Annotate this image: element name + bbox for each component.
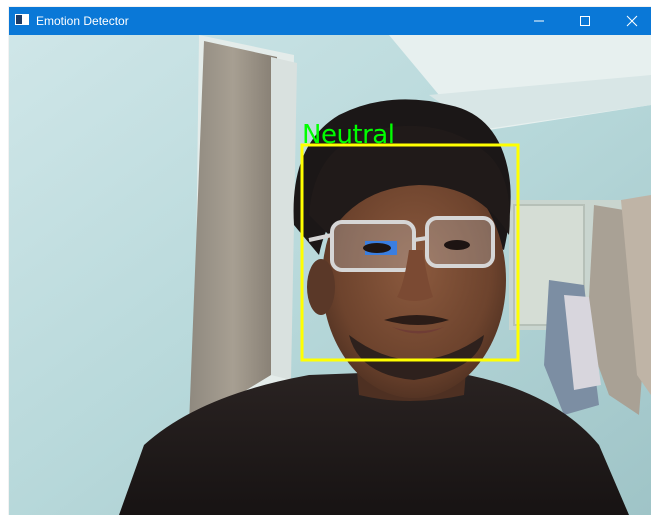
camera-feed: Neutral xyxy=(9,35,651,515)
close-button[interactable] xyxy=(609,7,651,35)
app-window: Emotion Detector Neutral xyxy=(9,7,651,515)
title-bar[interactable]: Emotion Detector xyxy=(9,7,651,35)
emotion-label: Neutral xyxy=(302,120,395,150)
close-icon xyxy=(626,15,638,27)
minimize-button[interactable] xyxy=(516,7,562,35)
window-title: Emotion Detector xyxy=(36,14,129,28)
webcam-frame xyxy=(9,35,651,515)
maximize-icon xyxy=(580,16,590,26)
app-icon xyxy=(15,14,29,25)
minimize-icon xyxy=(534,20,544,22)
maximize-button[interactable] xyxy=(562,7,608,35)
